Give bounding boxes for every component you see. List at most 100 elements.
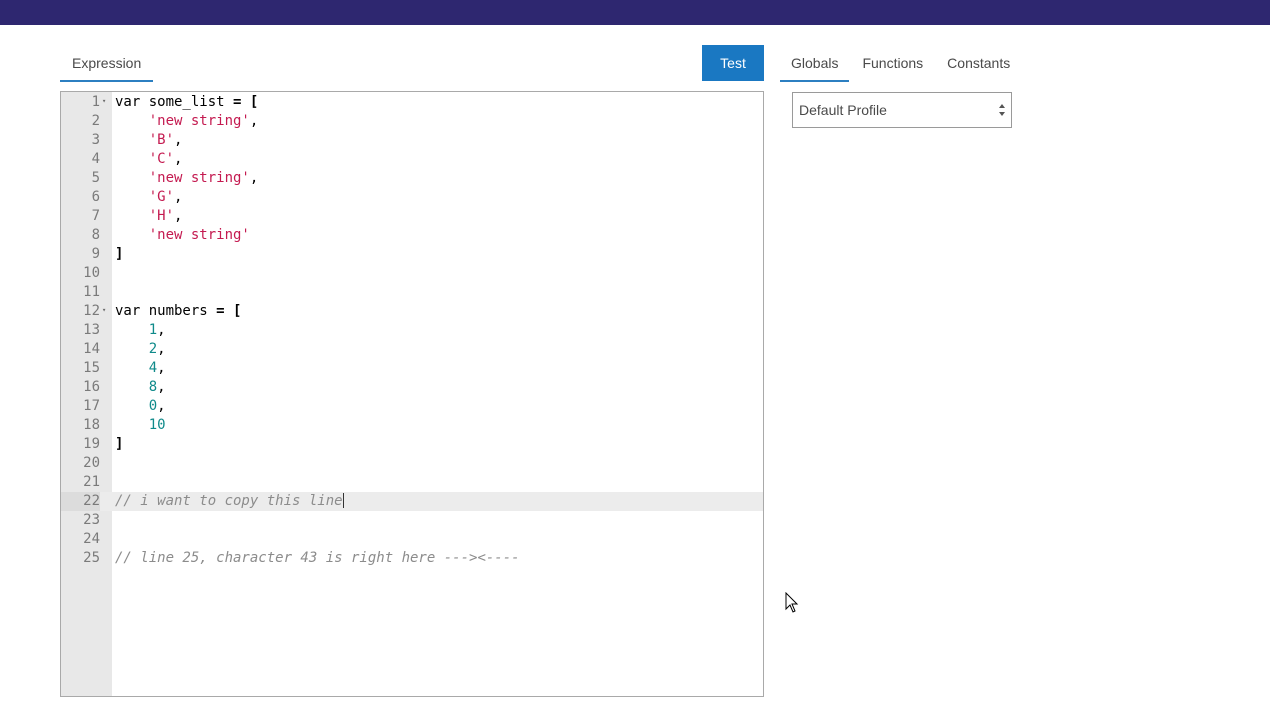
code-line[interactable]: 13 1, xyxy=(61,321,763,340)
code-text: 'H', xyxy=(115,207,183,226)
line-number: 23 xyxy=(83,512,100,528)
code-token: , xyxy=(174,151,183,167)
code-text: var numbers = [ xyxy=(115,302,241,321)
code-line[interactable]: 18 10 xyxy=(61,416,763,435)
code-text: 'new string', xyxy=(115,112,259,131)
code-token: // line 25, character 43 is right here -… xyxy=(115,550,478,566)
code-line[interactable]: 2 'new string', xyxy=(61,112,763,131)
code-line[interactable]: 17 0, xyxy=(61,397,763,416)
code-line[interactable]: 6 'G', xyxy=(61,188,763,207)
code-line[interactable]: 16 8, xyxy=(61,378,763,397)
code-token: 1 xyxy=(148,322,158,338)
code-token: 'new string' xyxy=(148,170,250,186)
code-text: 'C', xyxy=(115,150,183,169)
code-token: , xyxy=(174,189,183,205)
code-token: , xyxy=(157,341,166,357)
code-token: 0 xyxy=(148,398,158,414)
code-line[interactable]: 23 xyxy=(61,511,763,530)
code-text: ] xyxy=(115,245,123,264)
code-token: , xyxy=(157,379,166,395)
code-text: 10 xyxy=(115,416,166,435)
tab-functions[interactable]: Functions xyxy=(851,45,934,80)
mouse-pointer-icon xyxy=(785,592,799,613)
code-line[interactable]: 1 ▾ var some_list = [ xyxy=(61,93,763,112)
tab-constants[interactable]: Constants xyxy=(936,45,1021,80)
code-line[interactable]: 4 'C', xyxy=(61,150,763,169)
code-text: 'G', xyxy=(115,188,183,207)
line-number: 1 xyxy=(91,94,100,110)
code-line[interactable]: 3 'B', xyxy=(61,131,763,150)
line-number: 14 xyxy=(83,341,100,357)
tab-globals[interactable]: Globals xyxy=(780,45,850,82)
line-number: 3 xyxy=(91,132,100,148)
code-token: 'H' xyxy=(148,208,175,224)
top-header-bar xyxy=(0,0,1270,25)
code-line[interactable]: 10 xyxy=(61,264,763,283)
code-token: 'C' xyxy=(148,151,175,167)
code-line[interactable]: 12 ▾ var numbers = [ xyxy=(61,302,763,321)
code-line[interactable]: 14 2, xyxy=(61,340,763,359)
line-number: 13 xyxy=(83,322,100,338)
editor-tabs: Expression xyxy=(60,45,154,82)
code-token: = [ xyxy=(233,94,259,110)
fold-toggle-icon[interactable]: ▾ xyxy=(102,302,110,321)
code-text: 'new string', xyxy=(115,169,259,188)
profile-select-value: Default Profile xyxy=(799,102,887,118)
test-button[interactable]: Test xyxy=(702,45,764,81)
profile-select[interactable]: Default Profile xyxy=(792,92,1012,128)
select-arrows-icon xyxy=(999,104,1005,116)
code-line[interactable]: 9] xyxy=(61,245,763,264)
code-token: 10 xyxy=(148,417,166,433)
code-editor[interactable]: 1 ▾ var some_list = [2 'new string', 3 'B',… xyxy=(60,91,764,697)
line-number: 22 xyxy=(61,492,100,511)
line-number: 4 xyxy=(91,151,100,167)
code-text: 'B', xyxy=(115,131,183,150)
code-token: , xyxy=(249,113,259,129)
line-number: 21 xyxy=(83,474,100,490)
code-text: 0, xyxy=(115,397,166,416)
code-token: , xyxy=(157,322,166,338)
code-token: , xyxy=(174,208,183,224)
text-cursor xyxy=(342,493,344,508)
line-number: 5 xyxy=(91,170,100,186)
side-panel-tabs: Globals Functions Constants xyxy=(780,45,1021,82)
code-line[interactable]: 19] xyxy=(61,435,763,454)
code-line[interactable]: 24 xyxy=(61,530,763,549)
code-line[interactable]: 22 // i want to copy this line xyxy=(61,492,763,511)
code-token: 'new string' xyxy=(148,113,250,129)
code-line[interactable]: 20 xyxy=(61,454,763,473)
code-token: , xyxy=(174,132,183,148)
code-lines[interactable]: 1 ▾ var some_list = [2 'new string', 3 'B',… xyxy=(61,92,763,568)
code-text: var some_list = [ xyxy=(115,93,258,112)
code-line[interactable]: 8 'new string' xyxy=(61,226,763,245)
code-line[interactable]: 25 // line 25, character 43 is right here… xyxy=(61,549,763,568)
tab-expression[interactable]: Expression xyxy=(60,45,154,82)
code-line[interactable]: 11 xyxy=(61,283,763,302)
code-token: 4 xyxy=(148,360,158,376)
line-number: 16 xyxy=(83,379,100,395)
code-line[interactable]: 15 4, xyxy=(61,359,763,378)
code-token: , xyxy=(157,398,166,414)
code-line[interactable]: 5 'new string', xyxy=(61,169,763,188)
line-number: 10 xyxy=(83,265,100,281)
code-text: ] xyxy=(115,435,123,454)
line-number: 18 xyxy=(83,417,100,433)
line-number: 19 xyxy=(83,436,100,452)
code-line[interactable]: 21 xyxy=(61,473,763,492)
fold-toggle-icon[interactable]: ▾ xyxy=(102,93,110,112)
code-token: <---- xyxy=(477,550,520,566)
code-text: // line 25, character 43 is right here -… xyxy=(115,549,520,568)
code-token: var some_list xyxy=(115,94,234,110)
code-line[interactable]: 7 'H', xyxy=(61,207,763,226)
code-token: = [ xyxy=(216,303,242,319)
code-token: var numbers xyxy=(115,303,217,319)
code-token: // i want to copy this line xyxy=(115,493,343,509)
